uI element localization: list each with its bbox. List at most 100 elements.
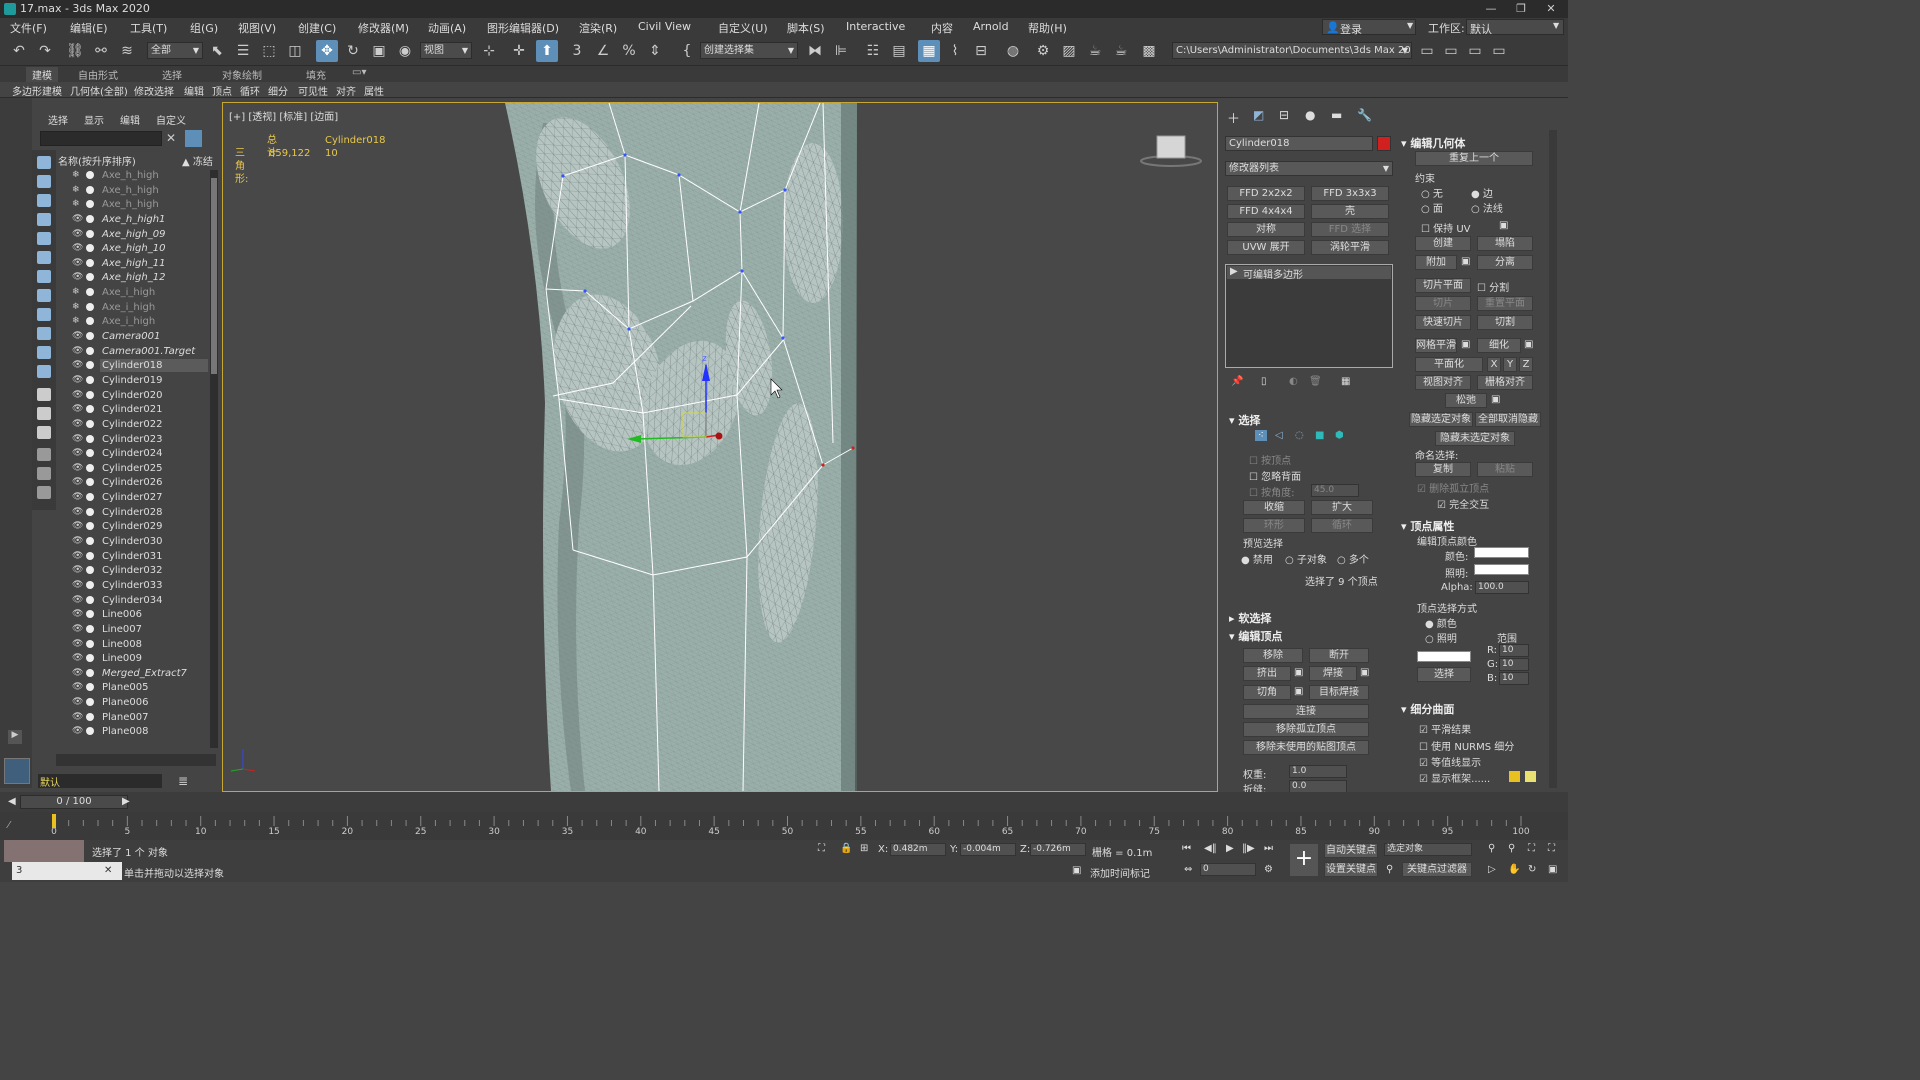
render-toggle-icon[interactable] [86, 712, 94, 721]
uvw-unwrap-button[interactable]: UVW 展开 [1227, 240, 1305, 255]
ffd-3x3x3-button[interactable]: FFD 3x3x3 [1311, 186, 1389, 201]
percent-snap-icon[interactable]: % [618, 40, 640, 62]
render-active-icon[interactable]: ☕ [1110, 40, 1132, 62]
time-prev-icon[interactable]: ◀ [8, 796, 16, 807]
ribbon-tab-modeling[interactable]: 建模 [26, 67, 58, 82]
cut-button[interactable]: 切割 [1477, 315, 1533, 330]
command-panel-scrollbar[interactable] [1549, 130, 1557, 788]
render-toggle-icon[interactable] [86, 332, 94, 341]
make-planar-button[interactable]: 平面化 [1415, 357, 1483, 372]
attach-list-icon[interactable]: ▣ [1461, 256, 1470, 267]
visibility-eye-icon[interactable]: 👁 [72, 463, 83, 473]
select-color-swatch[interactable] [1417, 651, 1471, 662]
login-dropdown[interactable]: 👤 登录 ▼ [1322, 19, 1416, 36]
render-toggle-icon[interactable] [86, 537, 94, 546]
zoom-icon[interactable]: ⚲ [1488, 843, 1495, 854]
unlink-icon[interactable]: ⚯ [90, 40, 112, 62]
render-toggle-icon[interactable] [86, 361, 94, 370]
tessellate-settings-icon[interactable]: ▣ [1524, 339, 1533, 350]
ffd-2x2x2-button[interactable]: FFD 2x2x2 [1227, 186, 1305, 201]
scene-list-item[interactable]: 👁 Cylinder025 [56, 461, 208, 476]
time-next-icon[interactable]: ▶ [122, 796, 130, 807]
reset-plane-button[interactable]: 重置平面 [1477, 296, 1533, 311]
display-none-icon[interactable] [37, 407, 51, 420]
element-level-icon[interactable]: ⬢ [1335, 430, 1344, 441]
scene-list-item[interactable]: ❄ Axe_h_high [56, 168, 208, 183]
toolbar-icon-3[interactable]: ▭ [1464, 40, 1486, 62]
select-by-name-icon[interactable]: ☰ [232, 40, 254, 62]
menu-graph-editors[interactable]: 图形编辑器(D) [487, 20, 559, 36]
time-slider-thumb[interactable]: 0 / 100 [20, 795, 128, 809]
render-toggle-icon[interactable] [86, 727, 94, 736]
render-toggle-icon[interactable] [86, 522, 94, 531]
time-tag-icon[interactable]: ▣ [1072, 865, 1081, 876]
visibility-eye-icon[interactable]: 👁 [72, 434, 83, 444]
use-nurms-checkbox[interactable]: ☐ 使用 NURMS 细分 [1419, 738, 1514, 753]
ribbon-geometry-all[interactable]: 几何体(全部) [70, 83, 128, 98]
menu-views[interactable]: 视图(V) [238, 20, 276, 36]
absolute-relative-icon[interactable]: ⊞ [860, 843, 868, 854]
scene-list-item[interactable]: 👁 Cylinder024 [56, 446, 208, 461]
subdivision-surface-rollout-header[interactable]: ▾ 细分曲面 [1401, 701, 1454, 717]
key-mode-icon[interactable]: ⇔ [1184, 864, 1192, 875]
minimize-button[interactable]: — [1476, 0, 1506, 18]
remove-isolated-vertices-button[interactable]: 移除孤立顶点 [1243, 722, 1369, 737]
quickslice-button[interactable]: 快速切片 [1415, 315, 1471, 330]
play-icon[interactable]: ▶ [1226, 843, 1234, 854]
scene-tab-customize[interactable]: 自定义 [156, 112, 186, 127]
ribbon-tab-selection[interactable]: 选择 [156, 67, 188, 82]
polygon-level-icon[interactable]: ■ [1315, 430, 1324, 441]
menu-content[interactable]: 内容 [931, 20, 953, 36]
delete-isolated-checkbox[interactable]: ☑ 删除孤立顶点 [1417, 480, 1489, 495]
material-editor-icon[interactable]: ◍ [1002, 40, 1024, 62]
show-end-result-icon[interactable]: ▯ [1261, 376, 1267, 387]
render-toggle-icon[interactable] [86, 434, 94, 443]
vertex-level-icon[interactable]: ⁖ [1255, 430, 1267, 441]
modifier-list-dropdown[interactable]: 修改器列表 ▼ [1225, 161, 1393, 176]
connect-button[interactable]: 连接 [1243, 704, 1369, 719]
render-toggle-icon[interactable] [86, 683, 94, 692]
scene-list-item[interactable]: ❄ Axe_i_high [56, 300, 208, 315]
grow-button[interactable]: 扩大 [1311, 500, 1373, 515]
layers-icon[interactable]: ≣ [178, 774, 188, 788]
repeat-last-button[interactable]: 重复上一个 [1415, 151, 1533, 166]
utilities-tab-icon[interactable]: 🔧 [1357, 108, 1372, 122]
split-checkbox[interactable]: ☐ 分割 [1477, 279, 1509, 294]
ribbon-tab-freeform[interactable]: 自由形式 [72, 67, 124, 82]
rect-selection-icon[interactable]: ⬚ [258, 40, 280, 62]
visibility-eye-icon[interactable]: 👁 [72, 492, 83, 502]
attach-button[interactable]: 附加 [1415, 255, 1457, 270]
key-filter-icon[interactable]: ⚲ [1386, 864, 1393, 875]
constraint-none-radio[interactable]: ○ 无 [1421, 185, 1443, 200]
workspace-dropdown[interactable]: 默认 ▼ [1466, 19, 1564, 36]
scene-list-item[interactable]: 👁 Cylinder032 [56, 563, 208, 578]
toolbar-icon-4[interactable]: ▭ [1488, 40, 1510, 62]
visibility-eye-icon[interactable]: 👁 [72, 214, 83, 224]
relax-settings-icon[interactable]: ▣ [1491, 394, 1500, 405]
render-toggle-icon[interactable] [86, 273, 94, 282]
visibility-eye-icon[interactable]: 👁 [72, 331, 83, 341]
display-hidden-icon[interactable] [37, 365, 51, 378]
column-name-header[interactable]: 名称(按升序排序) [58, 153, 136, 168]
fov-icon[interactable]: ▷ [1488, 864, 1496, 875]
stack-item-editable-poly[interactable]: ▶ 可编辑多边形 [1227, 266, 1391, 281]
preview-multi-radio[interactable]: ○ 多个 [1337, 551, 1369, 566]
slice-plane-button[interactable]: 切片平面 [1415, 278, 1471, 293]
ribbon-tab-object-paint[interactable]: 对象绘制 [216, 67, 268, 82]
scene-list-item[interactable]: 👁 Cylinder023 [56, 432, 208, 447]
x-coordinate-field[interactable]: 0.482m [890, 843, 946, 856]
scene-list-item[interactable]: 👁 Cylinder026 [56, 475, 208, 490]
ignore-backfacing-checkbox[interactable]: ☐ 忽略背面 [1249, 468, 1301, 483]
render-toggle-icon[interactable] [86, 463, 94, 472]
key-target-dropdown[interactable]: 选定对象 [1384, 843, 1472, 856]
weld-settings-icon[interactable]: ▣ [1360, 667, 1369, 678]
snaps-toggle-icon[interactable]: 3 [566, 40, 588, 62]
range-g-spinner[interactable]: 10 [1499, 658, 1529, 671]
render-toggle-icon[interactable] [86, 185, 94, 194]
loop-button[interactable]: 循环 [1311, 518, 1373, 533]
set-key-icon[interactable]: + [1290, 844, 1318, 876]
scene-list-item[interactable]: ❄ Axe_h_high [56, 183, 208, 198]
render-toggle-icon[interactable] [86, 258, 94, 267]
shell-button[interactable]: 壳 [1311, 204, 1389, 219]
vertex-color-swatch[interactable] [1474, 547, 1529, 558]
